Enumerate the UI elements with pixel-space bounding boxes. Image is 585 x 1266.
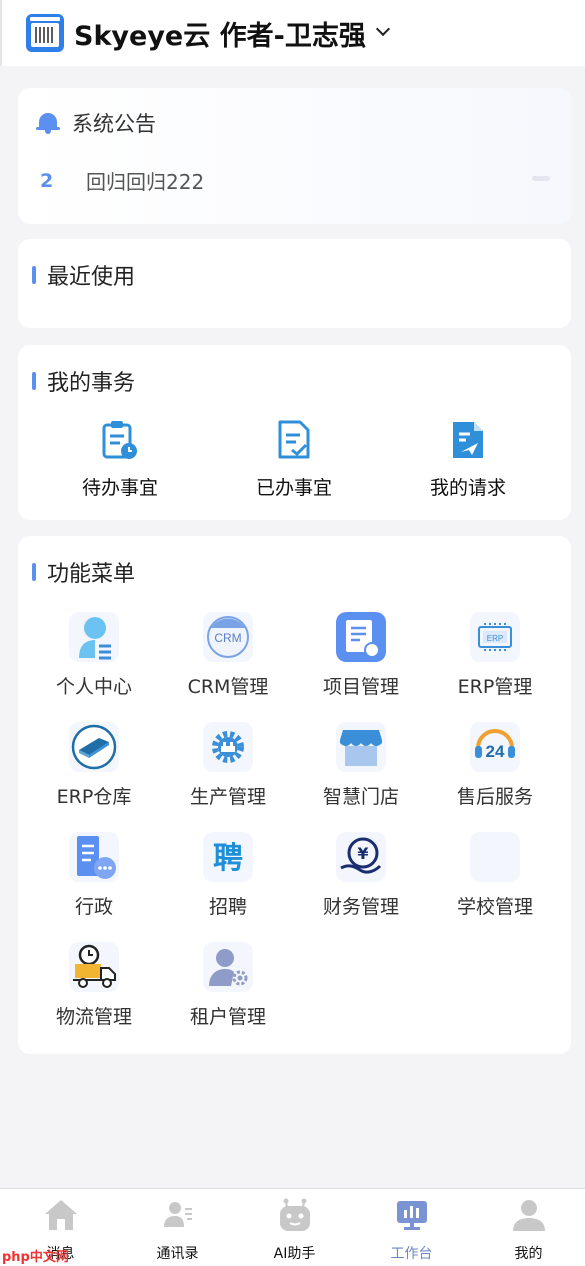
notice-text: 回归回归222 — [86, 170, 205, 194]
svg-text:24: 24 — [486, 742, 505, 761]
org-title[interactable]: Skyeye云 作者-卫志强 — [74, 14, 366, 53]
workbench-icon — [396, 1201, 427, 1230]
store-icon — [336, 722, 386, 772]
notice-card: 系统公告 2 回归回归222 — [18, 88, 571, 224]
menu-item-label: 售后服务 — [456, 786, 533, 808]
app-header: Skyeye云 作者-卫志强 — [0, 0, 585, 66]
admin-building-icon — [69, 832, 119, 882]
section-marker — [32, 563, 36, 581]
menu-item-erp-warehouse[interactable]: ERP仓库 — [27, 722, 161, 809]
notice-title: 系统公告 — [72, 112, 156, 136]
tab-mine[interactable]: 我的 — [470, 1189, 585, 1263]
menu-item-after-sales[interactable]: 24 售后服务 — [428, 722, 562, 809]
doc-check-icon — [278, 420, 310, 459]
menu-item-label: CRM管理 — [187, 676, 269, 698]
affairs-card: 我的事务 待办事宜 已办事宜 我的请求 — [18, 345, 571, 520]
section-marker — [32, 266, 36, 284]
affair-label: 已办事宜 — [255, 477, 332, 499]
menu-item-erp[interactable]: ERP ERP管理 — [428, 612, 562, 699]
tab-workbench[interactable]: 工作台 — [353, 1189, 470, 1263]
affairs-title: 我的事务 — [47, 371, 136, 396]
notice-item[interactable]: 2 回归回归222 — [40, 166, 550, 195]
app-logo — [26, 14, 64, 52]
user-icon — [512, 1200, 545, 1231]
warehouse-icon — [69, 722, 119, 772]
erp-chip-icon: ERP — [470, 612, 520, 662]
bell-icon — [36, 111, 60, 135]
doc-send-icon — [453, 422, 483, 458]
menu-item-crm[interactable]: CRM CRM管理 — [161, 612, 295, 699]
svg-text:聘: 聘 — [213, 841, 243, 876]
recent-card: 最近使用 — [18, 239, 571, 328]
notice-number: 2 — [40, 169, 54, 192]
home-icon — [44, 1200, 77, 1230]
menu-item-label: 项目管理 — [322, 676, 399, 698]
finance-yuan-icon: ¥ — [336, 832, 386, 882]
menu-item-recruit[interactable]: 聘 招聘 — [161, 832, 295, 919]
tab-label: 我的 — [514, 1246, 543, 1262]
menu-item-finance[interactable]: ¥ 财务管理 — [294, 832, 428, 919]
contacts-icon — [163, 1202, 192, 1227]
affair-done[interactable]: 已办事宜 — [234, 419, 354, 500]
menu-item-admin[interactable]: 行政 — [27, 832, 161, 919]
menu-item-label: 物流管理 — [55, 1006, 132, 1028]
tab-label: 工作台 — [390, 1246, 433, 1262]
menu-item-label: 租户管理 — [189, 1006, 266, 1028]
tab-contacts[interactable]: 通讯录 — [119, 1189, 236, 1263]
section-marker — [32, 372, 36, 390]
menu-item-school[interactable]: 学校管理 — [428, 832, 562, 919]
clipboard-clock-icon — [102, 421, 137, 459]
menu-item-label: ERP管理 — [457, 676, 533, 698]
menu-item-label: 招聘 — [208, 896, 247, 918]
recent-title: 最近使用 — [47, 265, 136, 290]
menu-item-personal-center[interactable]: 个人中心 — [27, 612, 161, 699]
menu-item-label: 财务管理 — [322, 896, 399, 918]
menu-item-project[interactable]: 项目管理 — [294, 612, 428, 699]
menu-item-label: 智慧门店 — [322, 786, 399, 808]
tab-label: AI助手 — [273, 1246, 316, 1262]
carousel-indicator — [532, 176, 550, 181]
svg-text:CRM: CRM — [214, 631, 241, 645]
logistics-truck-icon — [69, 942, 119, 992]
tab-label: 通讯录 — [156, 1246, 199, 1262]
chevron-down-icon[interactable] — [375, 21, 390, 37]
school-icon — [470, 832, 520, 882]
person-icon — [69, 612, 119, 662]
tab-ai-assistant[interactable]: AI助手 — [236, 1189, 353, 1263]
robot-icon — [279, 1198, 310, 1231]
headset-24-icon: 24 — [470, 722, 520, 772]
menu-item-tenant[interactable]: 租户管理 — [161, 942, 295, 1029]
tenant-icon — [203, 942, 253, 992]
production-gear-icon — [203, 722, 253, 772]
menu-item-logistics[interactable]: 物流管理 — [27, 942, 161, 1029]
menu-item-label: ERP仓库 — [56, 786, 132, 808]
menu-item-label: 学校管理 — [456, 896, 533, 918]
affair-request[interactable]: 我的请求 — [408, 419, 528, 500]
bottom-tab-bar: 消息 通讯录 AI助手 工作台 我的 — [0, 1188, 585, 1266]
crm-icon: CRM — [203, 612, 253, 662]
menu-item-smart-store[interactable]: 智慧门店 — [294, 722, 428, 809]
menu-item-label: 个人中心 — [55, 676, 132, 698]
svg-text:¥: ¥ — [357, 844, 368, 863]
function-menu-card: 功能菜单 个人中心 CRM CRM管理 项目管理 ERP ERP管理 ERP仓库… — [18, 536, 571, 1054]
menu-title: 功能菜单 — [47, 562, 136, 587]
affair-label: 我的请求 — [429, 477, 506, 499]
watermark: php中文网 — [2, 1250, 69, 1265]
affair-label: 待办事宜 — [81, 477, 158, 499]
svg-text:ERP: ERP — [487, 634, 503, 643]
menu-item-label: 生产管理 — [189, 786, 266, 808]
project-icon — [336, 612, 386, 662]
menu-item-production[interactable]: 生产管理 — [161, 722, 295, 809]
affair-todo[interactable]: 待办事宜 — [60, 419, 180, 500]
menu-item-label: 行政 — [74, 896, 113, 918]
recruit-icon: 聘 — [203, 832, 253, 882]
